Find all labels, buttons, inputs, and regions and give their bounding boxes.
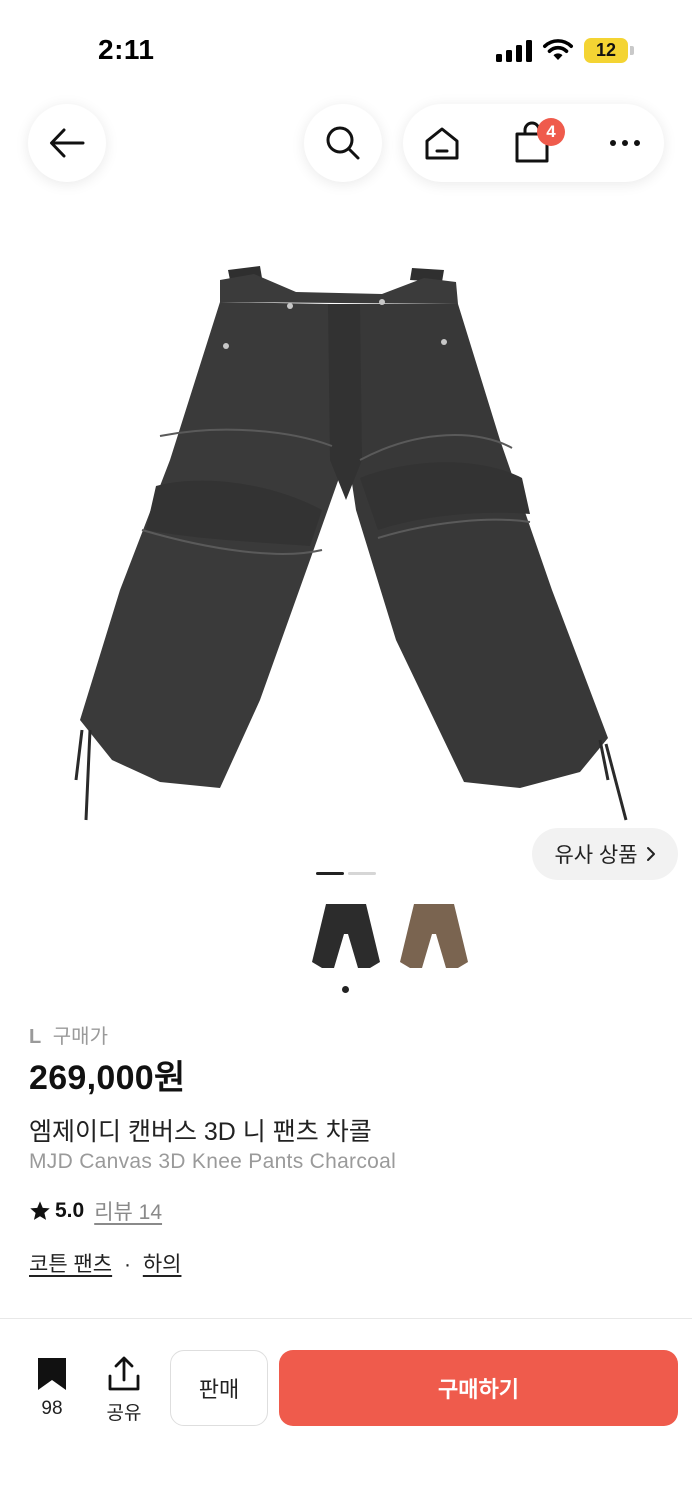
wifi-icon bbox=[543, 39, 573, 60]
product-name-korean: 엠제이디 캔버스 3D 니 팬츠 차콜 bbox=[29, 1118, 372, 1146]
bookmark-count: 98 bbox=[41, 1398, 63, 1419]
bookmark-icon bbox=[38, 1358, 66, 1390]
reviews-link[interactable]: 리뷰 14 bbox=[94, 1196, 162, 1226]
color-option-thumbnail[interactable] bbox=[398, 900, 470, 978]
carousel-segment-active bbox=[316, 872, 344, 875]
product-price: 269,000원 bbox=[29, 1059, 186, 1097]
search-icon bbox=[326, 126, 360, 160]
status-time: 2:11 bbox=[98, 34, 155, 65]
category-breadcrumb: 코튼 팬츠 · 하의 bbox=[29, 1248, 181, 1278]
arrow-left-icon bbox=[50, 128, 85, 158]
cellular-signal-icon bbox=[496, 40, 532, 62]
similar-products-button[interactable]: 유사 상품 bbox=[532, 828, 678, 880]
category-link-bottoms[interactable]: 하의 bbox=[143, 1253, 182, 1276]
product-main-image[interactable] bbox=[60, 260, 632, 830]
nav-actions-group: 4 bbox=[403, 104, 664, 182]
category-separator: · bbox=[123, 1253, 131, 1276]
share-label: 공유 bbox=[106, 1403, 142, 1424]
price-type-label: 구매가 bbox=[52, 1026, 108, 1048]
category-link-cotton-pants[interactable]: 코튼 팬츠 bbox=[29, 1253, 112, 1276]
share-icon bbox=[108, 1356, 140, 1391]
cart-count-badge: 4 bbox=[537, 118, 565, 146]
product-rating: 5.0 리뷰 14 bbox=[29, 1196, 162, 1226]
size-price-label: L 구매가 bbox=[29, 1020, 108, 1049]
battery-indicator: 12 bbox=[584, 38, 634, 63]
home-button[interactable] bbox=[421, 122, 463, 164]
carousel-segment bbox=[348, 872, 376, 875]
chevron-right-icon bbox=[646, 847, 655, 861]
selected-color-dot bbox=[342, 986, 349, 993]
star-icon bbox=[30, 1201, 50, 1220]
status-bar: 2:11 12 bbox=[0, 0, 692, 100]
buy-button[interactable]: 구매하기 bbox=[279, 1350, 678, 1426]
home-icon bbox=[425, 127, 459, 160]
battery-level: 12 bbox=[584, 38, 628, 63]
sell-button[interactable]: 판매 bbox=[170, 1350, 268, 1426]
similar-products-label: 유사 상품 bbox=[554, 844, 638, 867]
size-value: L bbox=[29, 1026, 42, 1048]
share-button[interactable]: 공유 bbox=[100, 1356, 148, 1424]
search-button[interactable] bbox=[304, 104, 382, 182]
image-carousel-indicator bbox=[316, 872, 376, 876]
bookmark-button[interactable]: 98 bbox=[28, 1356, 76, 1422]
more-button[interactable] bbox=[603, 122, 647, 164]
bottom-bar-divider bbox=[0, 1318, 692, 1319]
back-button[interactable] bbox=[28, 104, 106, 182]
product-name-english: MJD Canvas 3D Knee Pants Charcoal bbox=[29, 1150, 397, 1173]
more-horizontal-icon bbox=[610, 140, 640, 146]
color-option-thumbnail[interactable] bbox=[310, 900, 382, 978]
battery-cap bbox=[630, 46, 634, 55]
rating-score: 5.0 bbox=[55, 1199, 85, 1222]
